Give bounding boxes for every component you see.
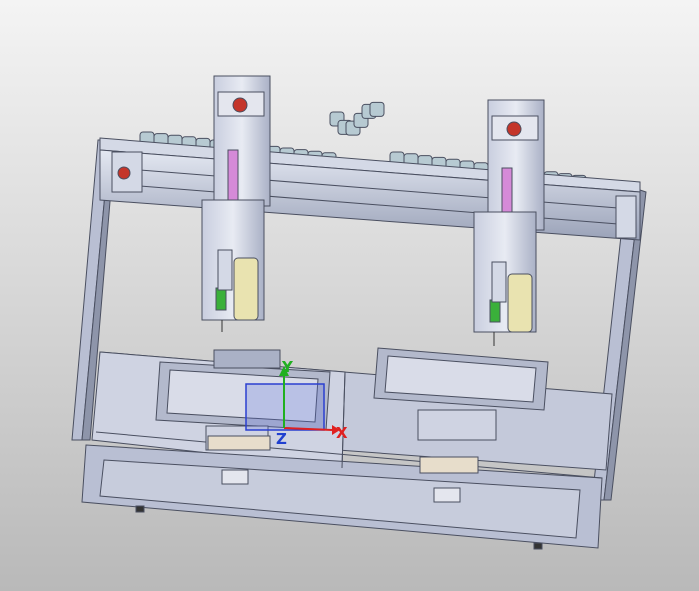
right-needle-body [491, 261, 507, 303]
left-needle-body [217, 249, 233, 291]
dispensing-machine-3d-model[interactable]: X Y Z [0, 0, 699, 591]
left-pink-cylinder [227, 149, 239, 201]
front-foot-left [135, 505, 145, 513]
tray-right-block [417, 409, 497, 441]
right-syringe [507, 273, 533, 333]
left-syringe [233, 257, 259, 321]
end-cap-right [615, 195, 637, 239]
boss-left [221, 469, 249, 485]
motor-left-icon [117, 166, 131, 180]
right-z-motor-icon [506, 121, 522, 137]
x-axis-label: X [336, 424, 348, 442]
chain-link [369, 101, 385, 117]
right-green-valve [489, 299, 501, 323]
left-z-motor-icon [232, 97, 248, 113]
tray-left-tab [213, 349, 281, 369]
cad-viewport[interactable]: X Y Z [0, 0, 699, 591]
z-axis-label: Z [276, 430, 287, 448]
left-green-valve [215, 287, 227, 311]
tan-pad-right [419, 456, 479, 474]
tan-pad-left [207, 435, 271, 451]
boss-right [433, 487, 461, 503]
right-pink-cylinder [501, 167, 513, 217]
y-axis-label: Y [281, 358, 294, 376]
front-foot-right [533, 542, 543, 550]
